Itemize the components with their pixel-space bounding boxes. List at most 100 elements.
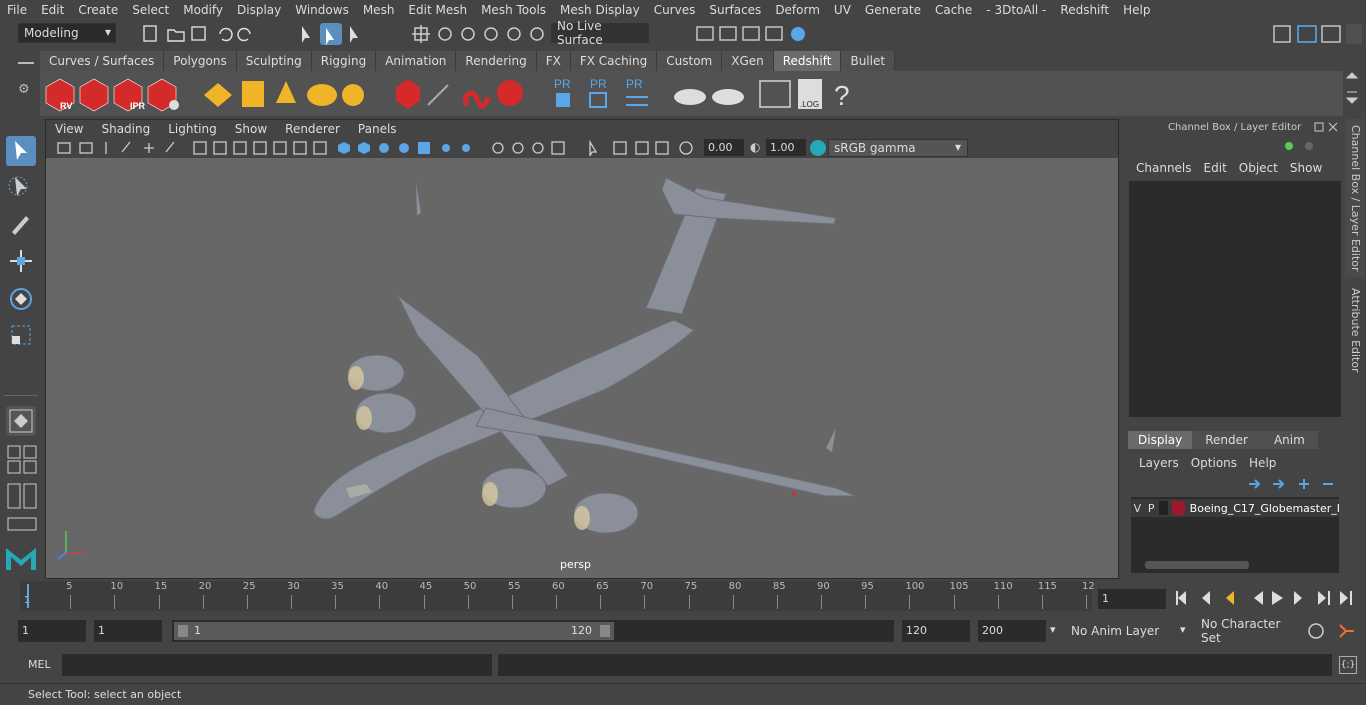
rotate-tool-button[interactable] xyxy=(6,284,36,314)
shelf-scroll-arrows[interactable] xyxy=(1345,72,1359,112)
tab-fx[interactable]: FX xyxy=(536,51,571,71)
menu-redshift[interactable]: Redshift xyxy=(1053,3,1116,17)
layer-menu-options[interactable]: Options xyxy=(1185,456,1243,470)
exposure-field[interactable]: 0.00 xyxy=(704,139,744,156)
playback-start-field[interactable]: 1 xyxy=(94,620,162,642)
layer-visibility-toggle[interactable]: V xyxy=(1131,502,1144,515)
menu-mesh-display[interactable]: Mesh Display xyxy=(553,3,647,17)
viewport-3d[interactable]: persp xyxy=(46,158,1118,578)
tab-channel-box-side[interactable]: Channel Box / Layer Editor xyxy=(1345,119,1365,277)
layer-menu-help[interactable]: Help xyxy=(1243,456,1282,470)
playback-end-field[interactable]: 120 xyxy=(902,620,970,642)
current-time-marker[interactable] xyxy=(27,584,29,608)
redshift-object-icons[interactable] xyxy=(392,75,532,113)
selection-mode-icons[interactable] xyxy=(296,22,366,46)
tab-polygons[interactable]: Polygons xyxy=(164,51,237,71)
layer-scrollbar[interactable] xyxy=(1145,561,1249,569)
range-end-handle[interactable] xyxy=(600,625,610,637)
select-tool-button[interactable] xyxy=(6,136,36,166)
viewport-toolbar-icons[interactable] xyxy=(54,140,694,156)
lasso-tool-button[interactable] xyxy=(6,172,36,202)
cb-menu-object[interactable]: Object xyxy=(1233,161,1284,175)
tab-xgen[interactable]: XGen xyxy=(722,51,774,71)
vp-menu-shading[interactable]: Shading xyxy=(92,122,159,136)
menu-uv[interactable]: UV xyxy=(827,3,858,17)
current-frame-field[interactable]: 1 xyxy=(1098,589,1166,609)
paint-select-tool-button[interactable] xyxy=(6,208,36,238)
move-tool-button[interactable] xyxy=(6,246,36,276)
layer-menu-layers[interactable]: Layers xyxy=(1133,456,1185,470)
layer-name[interactable]: Boeing_C17_Globemaster_III_ xyxy=(1190,502,1339,515)
menu-help[interactable]: Help xyxy=(1116,3,1157,17)
scale-tool-button[interactable] xyxy=(6,320,36,350)
layer-action-icons[interactable] xyxy=(1245,477,1341,491)
menu-edit[interactable]: Edit xyxy=(34,3,71,17)
character-set-dropdown[interactable]: No Character Set xyxy=(1196,617,1300,645)
time-slider[interactable]: 1 51015202530354045505560657075808590951… xyxy=(20,581,1095,611)
tab-render[interactable]: Render xyxy=(1192,431,1261,449)
vp-menu-renderer[interactable]: Renderer xyxy=(276,122,349,136)
anim-layer-dropdown[interactable]: No Anim Layer xyxy=(1066,620,1176,642)
shelf-menu-icon[interactable] xyxy=(18,62,34,64)
layer-row[interactable]: V P Boeing_C17_Globemaster_III_ xyxy=(1131,499,1339,517)
menu-surfaces[interactable]: Surfaces xyxy=(702,3,768,17)
file-ops-icons[interactable] xyxy=(140,24,260,44)
cb-menu-edit[interactable]: Edit xyxy=(1198,161,1233,175)
tab-fx-caching[interactable]: FX Caching xyxy=(570,51,658,71)
anim-prefs-icons[interactable] xyxy=(1306,621,1362,641)
tab-redshift[interactable]: Redshift xyxy=(773,51,842,71)
chevron-down-icon[interactable]: ▾ xyxy=(1180,623,1186,636)
layer-color-swatch[interactable] xyxy=(1171,501,1185,515)
menu-cache[interactable]: Cache xyxy=(928,3,979,17)
redshift-util-icons[interactable]: .LOG ? xyxy=(756,75,896,113)
end-time-field[interactable]: 200 xyxy=(978,620,1046,642)
menu-generate[interactable]: Generate xyxy=(858,3,928,17)
menu-mesh[interactable]: Mesh xyxy=(356,3,402,17)
tab-animation[interactable]: Animation xyxy=(376,51,457,71)
menu-3dtoall[interactable]: - 3DtoAll - xyxy=(979,3,1053,17)
menu-create[interactable]: Create xyxy=(71,3,125,17)
mel-label[interactable]: MEL xyxy=(28,658,51,671)
layer-type-box[interactable] xyxy=(1158,501,1168,515)
layer-playback-toggle[interactable]: P xyxy=(1144,502,1159,515)
tab-rendering[interactable]: Rendering xyxy=(456,51,537,71)
tab-bullet[interactable]: Bullet xyxy=(841,51,896,71)
menu-mesh-tools[interactable]: Mesh Tools xyxy=(474,3,553,17)
menu-file[interactable]: File xyxy=(0,3,34,17)
tab-rigging[interactable]: Rigging xyxy=(311,51,377,71)
mode-dropdown[interactable]: Modeling ▾ xyxy=(18,23,116,43)
range-slider-handle[interactable]: 1 120 xyxy=(174,622,614,640)
menu-windows[interactable]: Windows xyxy=(288,3,356,17)
redshift-render-cubes-icons[interactable]: RV IPR xyxy=(44,75,184,113)
tab-attribute-editor-side[interactable]: Attribute Editor xyxy=(1345,282,1365,378)
playback-controls[interactable] xyxy=(1174,589,1358,607)
tab-sculpting[interactable]: Sculpting xyxy=(236,51,312,71)
channel-list[interactable] xyxy=(1129,181,1341,417)
range-slider[interactable]: 1 120 xyxy=(172,620,894,642)
redshift-light-icons[interactable] xyxy=(200,75,375,113)
cb-menu-channels[interactable]: Channels xyxy=(1130,161,1198,175)
tab-curves-surfaces[interactable]: Curves / Surfaces xyxy=(40,51,165,71)
vp-menu-lighting[interactable]: Lighting xyxy=(159,122,226,136)
cb-menu-show[interactable]: Show xyxy=(1284,161,1328,175)
mel-input[interactable] xyxy=(62,654,492,676)
gear-icon[interactable]: ⚙ xyxy=(18,82,34,97)
layout-preset-icons[interactable] xyxy=(6,444,38,534)
tab-display[interactable]: Display xyxy=(1128,431,1193,449)
vp-menu-panels[interactable]: Panels xyxy=(349,122,406,136)
menu-curves[interactable]: Curves xyxy=(647,3,703,17)
panel-window-controls[interactable] xyxy=(1313,121,1343,133)
snap-tool-icons[interactable] xyxy=(410,23,550,45)
layout-single-button[interactable] xyxy=(6,406,36,436)
tab-anim[interactable]: Anim xyxy=(1260,431,1318,449)
menu-display[interactable]: Display xyxy=(230,3,288,17)
menu-select[interactable]: Select xyxy=(125,3,176,17)
colorspace-dropdown[interactable]: sRGB gamma ▾ xyxy=(828,139,968,157)
start-time-field[interactable]: 1 xyxy=(18,620,86,642)
channel-box-icons[interactable] xyxy=(1283,139,1343,153)
menu-edit-mesh[interactable]: Edit Mesh xyxy=(401,3,474,17)
menu-deform[interactable]: Deform xyxy=(768,3,827,17)
vp-menu-show[interactable]: Show xyxy=(226,122,276,136)
live-surface-field[interactable]: No Live Surface xyxy=(551,19,649,47)
redshift-proxy-icons[interactable]: PR PR PR xyxy=(548,75,668,113)
